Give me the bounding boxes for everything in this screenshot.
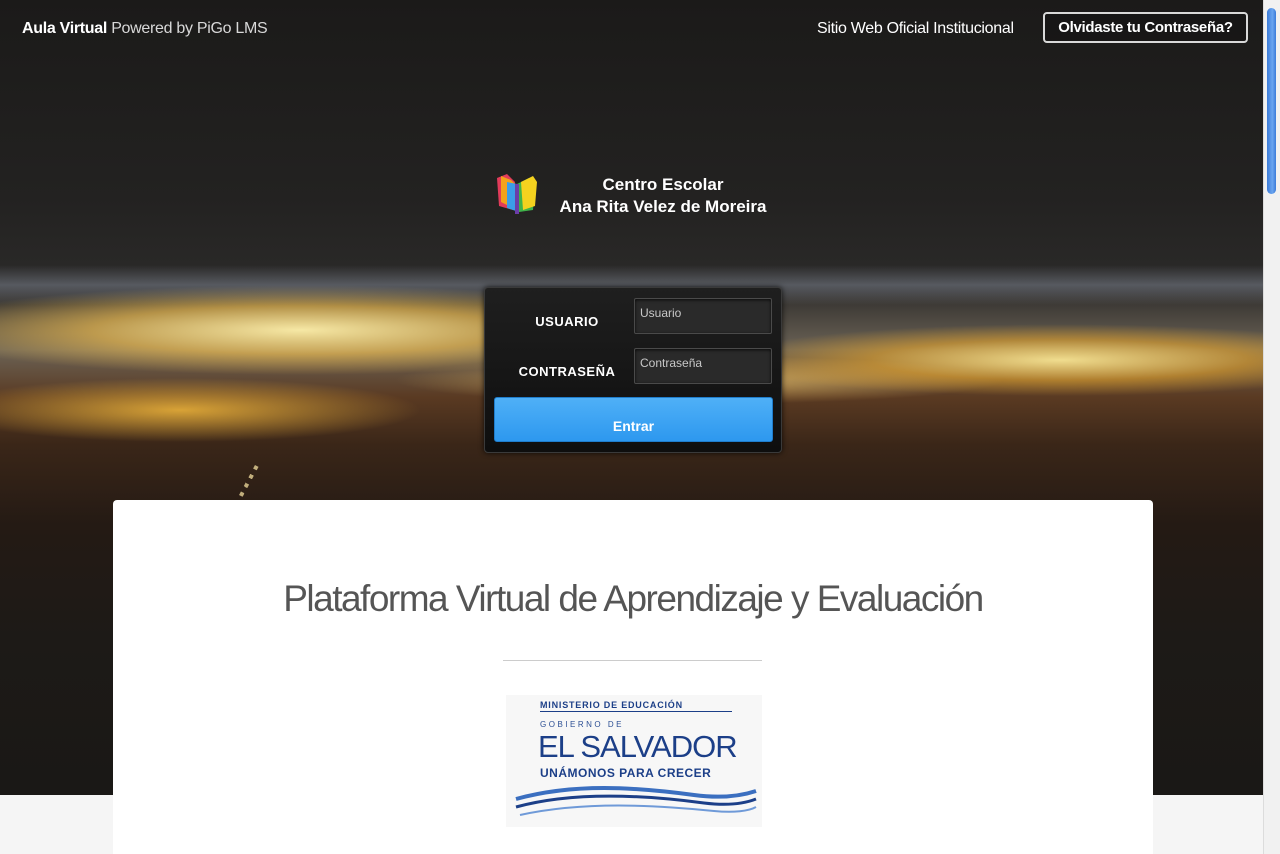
- forgot-password-button[interactable]: Olvidaste tu Contraseña?: [1043, 12, 1248, 43]
- username-label: USUARIO: [535, 314, 599, 329]
- ministry-logo-country: EL SALVADOR: [538, 729, 738, 764]
- official-site-link[interactable]: Sitio Web Oficial Institucional: [817, 20, 1014, 38]
- login-form: USUARIO CONTRASEÑA Entrar: [484, 287, 782, 453]
- ministry-logo-slogan: UNÁMONOS PARA CRECER: [540, 766, 712, 780]
- brand-powered-by: Powered by PiGo LMS: [111, 20, 268, 37]
- scrollbar[interactable]: [1263, 0, 1280, 854]
- divider: [503, 660, 762, 661]
- username-input[interactable]: [634, 298, 772, 334]
- brand-name: Aula Virtual: [22, 20, 108, 37]
- login-submit-button[interactable]: Entrar: [494, 397, 773, 442]
- school-name-line1: Centro Escolar: [602, 175, 724, 194]
- wave-icon: [515, 786, 757, 816]
- page-title: Plataforma Virtual de Aprendizaje y Eval…: [283, 578, 984, 619]
- ministry-logo-gobierno: GOBIERNO DE: [540, 720, 624, 729]
- scrollbar-thumb[interactable]: [1267, 8, 1276, 194]
- content-panel: Plataforma Virtual de Aprendizaje y Eval…: [113, 500, 1153, 854]
- top-navbar: Aula Virtual Powered by PiGo LMS Sitio W…: [0, 0, 1264, 60]
- school-logo: Centro Escolar Ana Rita Velez de Moreira: [493, 172, 783, 222]
- password-label: CONTRASEÑA: [518, 364, 616, 379]
- ministry-logo: MINISTERIO DE EDUCACIÓN GOBIERNO DE EL S…: [506, 695, 762, 827]
- school-name-line2: Ana Rita Velez de Moreira: [559, 197, 767, 216]
- brand[interactable]: Aula Virtual Powered by PiGo LMS: [22, 20, 268, 38]
- books-icon: [497, 174, 537, 214]
- school-name: Centro Escolar Ana Rita Velez de Moreira: [545, 174, 781, 218]
- ministry-logo-top: MINISTERIO DE EDUCACIÓN: [540, 700, 683, 710]
- password-input[interactable]: [634, 348, 772, 384]
- ministry-logo-rule: [540, 711, 732, 712]
